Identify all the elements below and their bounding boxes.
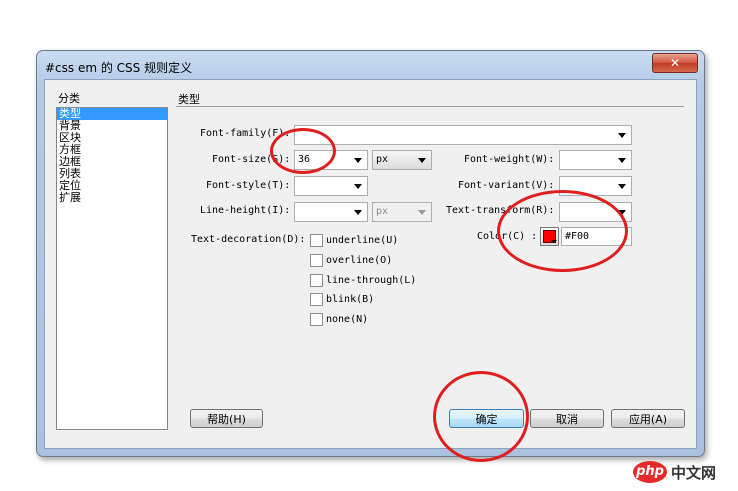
php-logo-icon: php <box>633 461 667 483</box>
font-style-select[interactable] <box>294 176 368 196</box>
none-label: none(N) <box>326 314 369 325</box>
underline-label: underline(U) <box>326 235 399 246</box>
help-button[interactable]: 帮助(H) <box>190 409 263 428</box>
line-through-checkbox[interactable] <box>310 274 323 287</box>
font-variant-label: Font-variant(V): <box>458 180 555 191</box>
overline-label: overline(O) <box>326 255 393 266</box>
line-height-label: Line-height(I): <box>200 205 291 216</box>
chevron-down-icon <box>618 158 626 163</box>
line-through-label: line-through(L) <box>326 275 417 286</box>
underline-checkbox[interactable] <box>310 234 323 247</box>
blink-checkbox[interactable] <box>310 293 323 306</box>
chevron-down-icon <box>418 210 426 215</box>
category-item-extensions[interactable]: 扩展 <box>57 192 167 204</box>
line-height-select[interactable] <box>294 202 368 222</box>
font-family-select[interactable] <box>294 125 632 145</box>
chevron-down-icon <box>418 158 426 163</box>
chevron-down-icon <box>618 133 626 138</box>
font-weight-select[interactable] <box>559 150 632 170</box>
blink-label: blink(B) <box>326 294 375 305</box>
overline-checkbox[interactable] <box>310 254 323 267</box>
apply-button[interactable]: 应用(A) <box>611 409 685 428</box>
font-size-unit-select[interactable]: px <box>372 150 432 170</box>
watermark-text: 中文网 <box>671 464 717 482</box>
font-weight-label: Font-weight(W): <box>464 154 555 165</box>
text-decoration-label: Text-decoration(D): <box>191 234 306 245</box>
section-divider <box>176 106 684 107</box>
chevron-down-icon <box>354 184 362 189</box>
close-button[interactable]: ✕ <box>652 53 698 73</box>
category-list[interactable]: 类型 背景 区块 方框 边框 列表 定位 扩展 <box>56 107 168 430</box>
line-height-unit-select: px <box>372 202 432 222</box>
chevron-down-icon <box>354 210 362 215</box>
chevron-down-icon <box>618 184 626 189</box>
annotation-circle-ok <box>433 371 529 462</box>
font-style-label: Font-style(T): <box>206 180 291 191</box>
cancel-button[interactable]: 取消 <box>530 409 604 428</box>
window-title: #css em 的 CSS 规则定义 <box>45 61 193 75</box>
annotation-circle-color <box>497 190 628 272</box>
chevron-down-icon <box>354 158 362 163</box>
section-title: 类型 <box>178 93 200 106</box>
close-icon: ✕ <box>669 56 681 70</box>
none-checkbox[interactable] <box>310 313 323 326</box>
php-cn-watermark: php 中文网 <box>633 461 728 485</box>
category-label: 分类 <box>58 92 80 105</box>
annotation-circle-font-size <box>270 128 336 174</box>
